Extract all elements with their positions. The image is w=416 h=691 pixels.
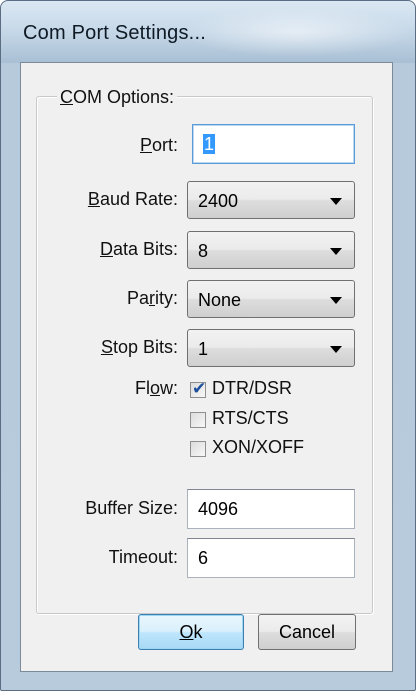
flow-mnemonic: o [149,378,160,398]
port-value: 1 [203,134,216,154]
window-title: Com Port Settings... [23,22,206,44]
parity-label-pre: Pa [126,288,149,308]
data-bits-select[interactable]: 8 [187,231,355,269]
ok-button[interactable]: Ok [138,614,244,650]
xon-xoff-checkbox[interactable] [190,441,206,457]
stop-bits-label: Stop Bits: [101,337,178,358]
stop-bits-mnemonic: S [100,337,113,357]
data-bits-mnemonic: D [99,239,113,259]
parity-value: None [198,290,242,310]
buffer-size-label: Buffer Size: [85,498,178,518]
rts-cts-checkbox[interactable] [190,412,206,428]
cancel-button[interactable]: Cancel [258,614,356,650]
baud-rate-value: 2400 [198,191,239,211]
check-mark-icon: ✔ [192,379,207,398]
parity-select[interactable]: None [187,280,355,318]
ok-mnemonic: O [179,622,194,642]
port-label-mnemonic: P [139,135,152,155]
dtr-dsr-label: DTR/DSR [212,378,292,398]
baud-rate-label-text: aud Rate: [99,189,178,209]
stop-bits-label-text: top Bits: [112,337,178,357]
port-input[interactable]: 1 [192,124,355,164]
com-options-legend: COM Options: [57,87,178,108]
dtr-dsr-checkbox[interactable]: ✔ [190,379,207,398]
data-bits-value: 8 [198,241,209,261]
flow-label-pre: Fl [134,378,150,398]
chevron-down-icon [330,346,342,353]
legend-mnemonic: C [60,87,73,107]
chevron-down-icon [330,248,342,255]
rts-cts-label: RTS/CTS [212,408,289,428]
legend-text: OM Options: [73,87,175,107]
data-bits-label-text: ata Bits: [112,239,178,259]
xon-xoff-label: XON/XOFF [212,437,305,457]
flow-label: Flow: [135,378,178,399]
baud-rate-label: Baud Rate: [88,189,178,210]
baud-rate-select[interactable]: 2400 [187,181,355,219]
flow-label-text: w: [160,378,178,398]
buffer-size-input[interactable]: 4096 [187,489,355,529]
data-bits-label: Data Bits: [100,239,178,260]
timeout-input[interactable]: 6 [187,538,355,578]
stop-bits-select[interactable]: 1 [187,329,355,367]
ok-label: k [193,622,203,642]
port-label-text: ort: [151,135,178,155]
parity-label-text: ity: [154,288,178,308]
baud-rate-mnemonic: B [87,189,100,209]
parity-label: Parity: [127,288,178,309]
timeout-label: Timeout: [108,547,178,567]
stop-bits-value: 1 [198,339,209,359]
chevron-down-icon [330,297,342,304]
port-label: Port: [140,135,178,156]
chevron-down-icon [330,198,342,205]
